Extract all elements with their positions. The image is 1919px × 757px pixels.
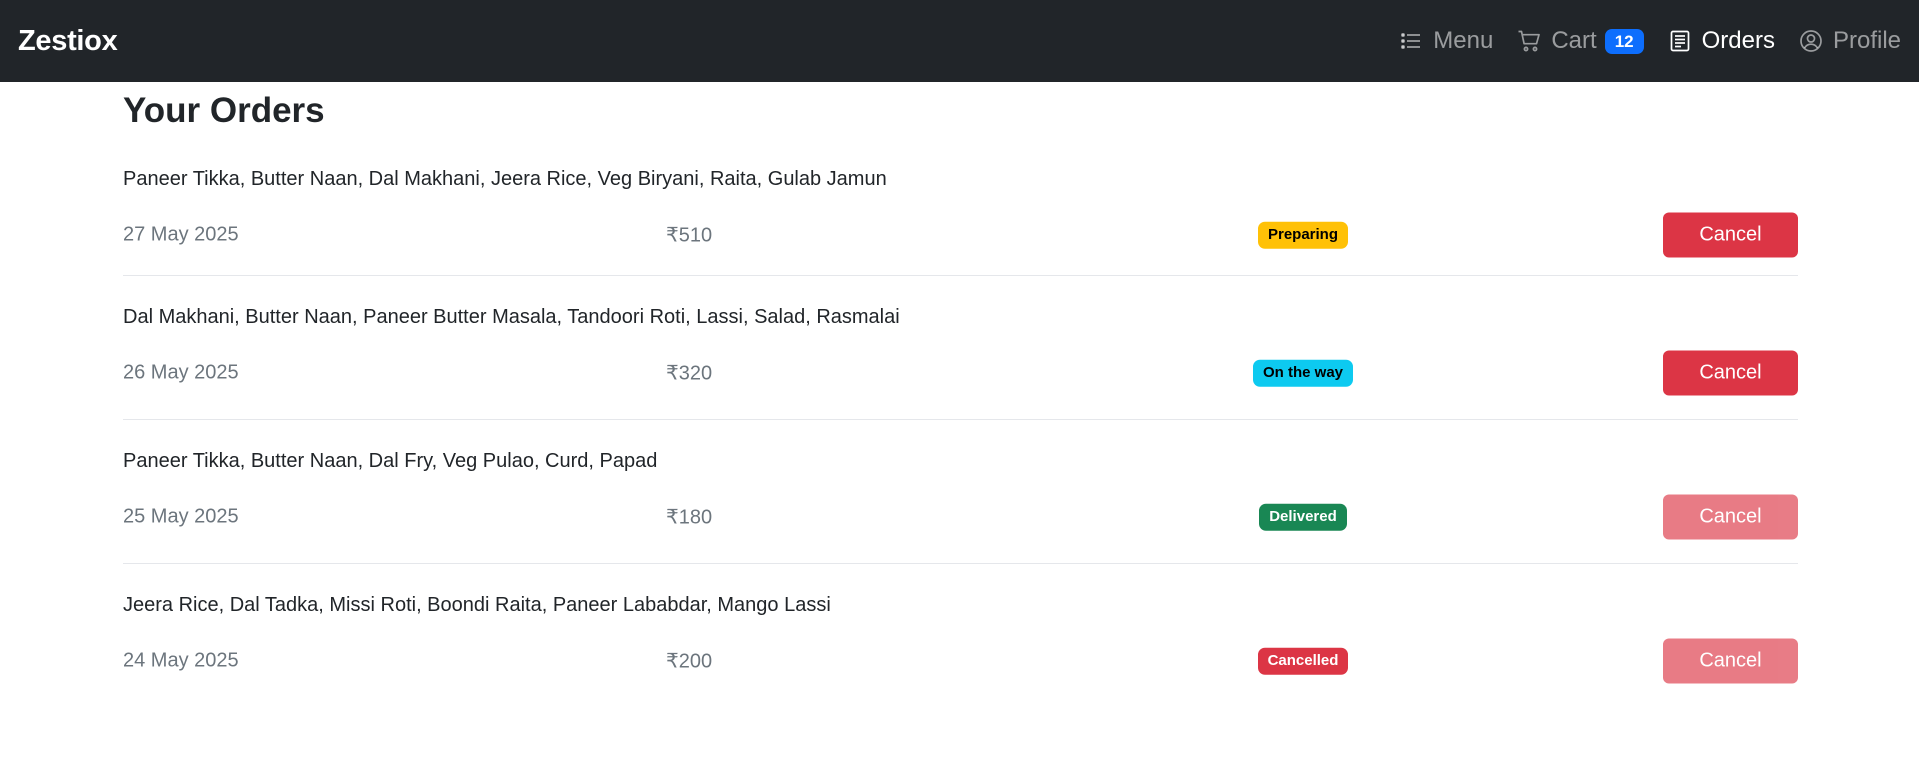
nav-links: Menu Cart 12 Orders Profile (1375, 0, 1901, 82)
cancel-button[interactable]: Cancel (1663, 494, 1798, 540)
order-items: Jeera Rice, Dal Tadka, Missi Roti, Boond… (123, 594, 831, 616)
nav-item-orders-label: Orders (1701, 27, 1775, 54)
cancel-button[interactable]: Cancel (1663, 638, 1798, 684)
order-row: Paneer Tikka, Butter Naan, Dal Makhani, … (123, 132, 1798, 276)
status-badge-wrap: Delivered (1183, 503, 1423, 531)
brand-logo[interactable]: Zestiox (18, 25, 118, 58)
nav-item-cart[interactable]: Cart 12 (1517, 27, 1644, 55)
orders-container: Your Orders Paneer Tikka, Butter Naan, D… (123, 90, 1798, 708)
status-badge-wrap: Preparing (1183, 221, 1423, 249)
order-items: Paneer Tikka, Butter Naan, Dal Makhani, … (123, 168, 887, 190)
user-circle-icon (1799, 29, 1823, 53)
order-price: ₹510 (666, 224, 713, 247)
nav-item-orders[interactable]: Orders (1668, 27, 1775, 55)
order-meta: 25 May 2025 ₹180 Delivered Cancel (123, 494, 1798, 540)
cancel-button[interactable]: Cancel (1663, 212, 1798, 258)
list-icon (1399, 29, 1423, 53)
order-row: Jeera Rice, Dal Tadka, Missi Roti, Boond… (123, 564, 1798, 708)
order-items: Paneer Tikka, Butter Naan, Dal Fry, Veg … (123, 450, 658, 472)
order-row: Paneer Tikka, Butter Naan, Dal Fry, Veg … (123, 420, 1798, 564)
order-price: ₹320 (666, 362, 713, 385)
order-price: ₹200 (666, 650, 713, 673)
order-row: Dal Makhani, Butter Naan, Paneer Butter … (123, 276, 1798, 420)
status-badge: Cancelled (1257, 647, 1349, 675)
nav-item-profile-label: Profile (1832, 27, 1901, 54)
order-meta: 24 May 2025 ₹200 Cancelled Cancel (123, 638, 1798, 684)
nav-item-profile[interactable]: Profile (1799, 27, 1901, 55)
nav-item-cart-label: Cart (1551, 27, 1597, 54)
order-meta: 27 May 2025 ₹510 Preparing Cancel (123, 212, 1798, 258)
cancel-button[interactable]: Cancel (1663, 350, 1798, 396)
status-badge-wrap: On the way (1183, 359, 1423, 387)
status-badge: Delivered (1259, 503, 1347, 531)
order-meta: 26 May 2025 ₹320 On the way Cancel (123, 350, 1798, 396)
nav-item-menu-label: Menu (1433, 27, 1494, 54)
order-date: 27 May 2025 (123, 223, 239, 246)
status-badge: On the way (1252, 359, 1354, 387)
status-badge-wrap: Cancelled (1183, 647, 1423, 675)
nav-item-menu[interactable]: Menu (1399, 27, 1493, 55)
cart-count-badge: 12 (1604, 28, 1644, 54)
cart-icon (1517, 29, 1541, 53)
order-date: 24 May 2025 (123, 649, 239, 672)
order-price: ₹180 (666, 506, 713, 529)
navbar: Zestiox Menu Cart 12 Orders Profile (0, 0, 1919, 82)
status-badge: Preparing (1257, 221, 1349, 249)
receipt-icon (1668, 29, 1692, 53)
page-title: Your Orders (123, 91, 325, 130)
order-date: 26 May 2025 (123, 361, 239, 384)
order-date: 25 May 2025 (123, 505, 239, 528)
order-items: Dal Makhani, Butter Naan, Paneer Butter … (123, 306, 900, 328)
orders-list: Paneer Tikka, Butter Naan, Dal Makhani, … (123, 132, 1798, 708)
